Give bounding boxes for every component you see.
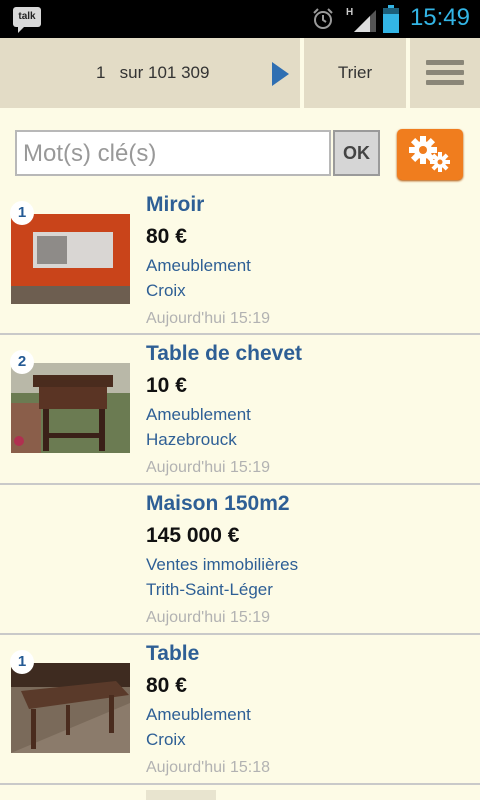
mirror-photo bbox=[11, 214, 130, 304]
listing-city: Trith-Saint-Léger bbox=[146, 580, 273, 599]
status-bar: talk H 15:49 bbox=[0, 0, 480, 38]
page-count: 1 sur 101 309 bbox=[96, 63, 209, 83]
listing-price: 80 € bbox=[146, 225, 187, 248]
alarm-icon bbox=[313, 8, 333, 29]
photo-count-badge: 2 bbox=[10, 350, 34, 374]
listing-price: 80 € bbox=[146, 674, 187, 697]
next-listing-peek bbox=[146, 790, 216, 800]
listing-title[interactable]: Table bbox=[146, 642, 199, 666]
page-separator: sur bbox=[119, 63, 144, 82]
listing-price: 145 000 € bbox=[146, 524, 240, 547]
battery-icon bbox=[383, 5, 399, 33]
listing-category: Ventes immobilières bbox=[146, 555, 299, 574]
listing-title[interactable]: Miroir bbox=[146, 193, 204, 217]
listing-item[interactable]: 2 Table de chevet 10 € Ameublement Hazeb… bbox=[0, 335, 480, 485]
listing-date: Aujourd'hui 15:19 bbox=[146, 310, 271, 327]
table-photo bbox=[11, 663, 130, 753]
listing-city: Croix bbox=[146, 281, 186, 300]
listing-category: Ameublement bbox=[146, 705, 251, 724]
listing-list: 1 Miroir 80 € Ameublement Croix Aujourd'… bbox=[0, 186, 480, 785]
gears-icon bbox=[409, 136, 450, 172]
settings-button[interactable] bbox=[397, 129, 463, 180]
listing-city: Hazebrouck bbox=[146, 430, 237, 449]
page-current: 1 bbox=[96, 63, 106, 82]
listing-date: Aujourd'hui 15:19 bbox=[146, 609, 271, 626]
signal-icon: H bbox=[346, 7, 376, 32]
ok-button[interactable]: OK bbox=[333, 130, 380, 176]
divider bbox=[406, 38, 410, 108]
svg-text:H: H bbox=[346, 7, 353, 18]
photo-count-badge: 1 bbox=[10, 201, 34, 225]
listing-item[interactable]: 1 Miroir 80 € Ameublement Croix Aujourd'… bbox=[0, 186, 480, 335]
nightstand-photo bbox=[11, 363, 130, 453]
listing-price: 10 € bbox=[146, 374, 187, 397]
listing-date: Aujourd'hui 15:18 bbox=[146, 759, 271, 776]
listing-category: Ameublement bbox=[146, 405, 251, 424]
listing-date: Aujourd'hui 15:19 bbox=[146, 459, 271, 476]
sort-button[interactable]: Trier bbox=[304, 38, 406, 108]
listing-item[interactable]: Maison 150m2 145 000 € Ventes immobilièr… bbox=[0, 485, 480, 635]
top-bar: 1 sur 101 309 Trier bbox=[0, 38, 480, 108]
pager: 1 sur 101 309 bbox=[0, 38, 300, 108]
listing-item[interactable]: 1 Table 80 € Ameublement Croix Aujourd'h… bbox=[0, 635, 480, 785]
search-input[interactable]: Mot(s) clé(s) bbox=[15, 130, 331, 176]
talk-notification-icon: talk bbox=[13, 7, 41, 33]
listing-title[interactable]: Maison 150m2 bbox=[146, 492, 290, 516]
clock: 15:49 bbox=[409, 4, 470, 31]
listing-category: Ameublement bbox=[146, 256, 251, 275]
page-total: 101 309 bbox=[148, 63, 210, 82]
listing-city: Croix bbox=[146, 730, 186, 749]
next-page-arrow-icon[interactable] bbox=[272, 62, 289, 86]
menu-icon[interactable] bbox=[426, 60, 464, 86]
listing-title[interactable]: Table de chevet bbox=[146, 342, 302, 366]
photo-count-badge: 1 bbox=[10, 650, 34, 674]
